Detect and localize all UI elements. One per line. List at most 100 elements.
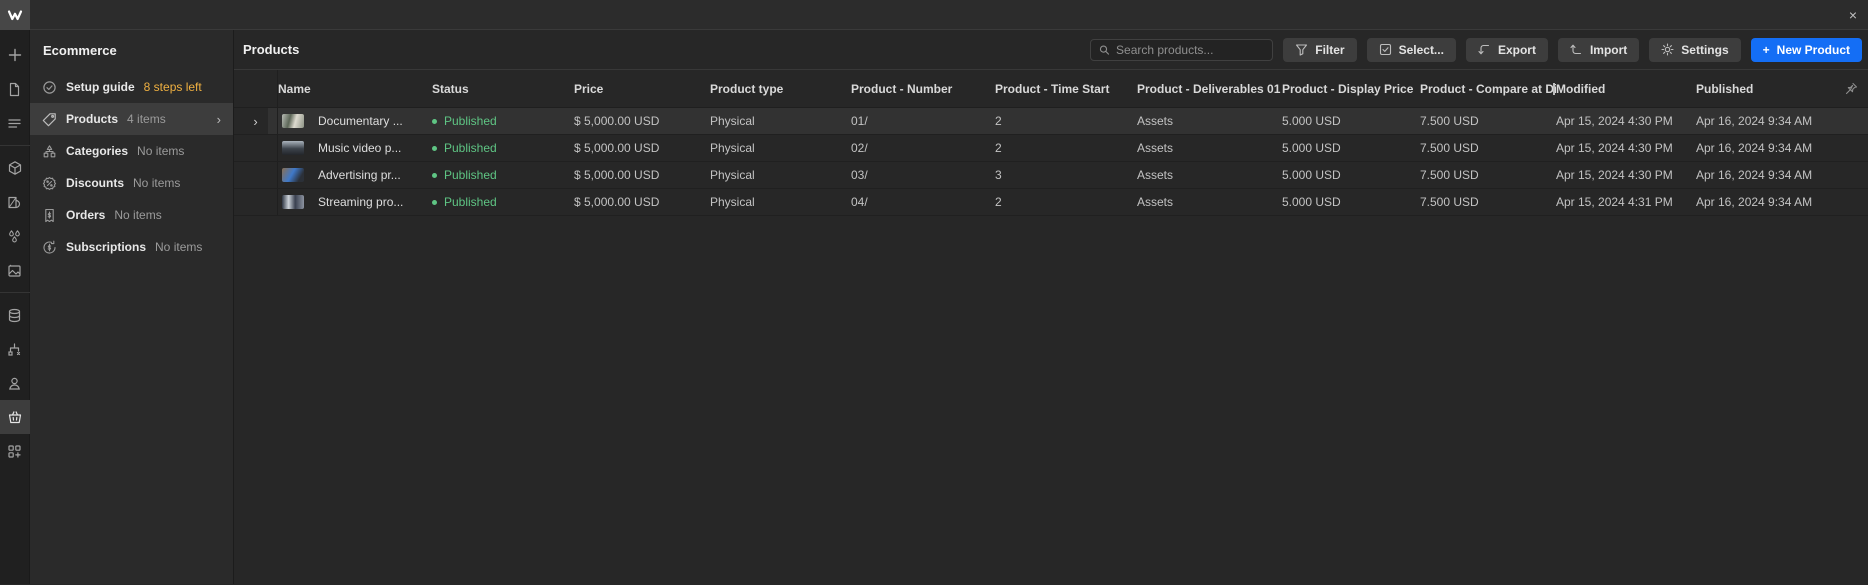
import-button[interactable]: Import (1557, 37, 1640, 62)
plus-icon: + (1762, 42, 1770, 57)
cell-display-price: 5.000 USD (1282, 195, 1341, 209)
column-header-modified[interactable]: Modified (1556, 82, 1696, 96)
column-header-number[interactable]: Product - Number (851, 82, 995, 96)
status-badge: Published (444, 141, 497, 155)
column-header-price[interactable]: Price (574, 82, 710, 96)
status-dot (432, 145, 437, 151)
column-header-display-price[interactable]: Product - Display Price (1282, 82, 1420, 96)
cell-number: 03/ (851, 168, 868, 182)
import-icon (1570, 44, 1582, 55)
cell-modified: Apr 15, 2024 4:31 PM (1556, 195, 1673, 209)
sidebar-item-label: Discounts (66, 176, 125, 190)
column-header-compare-at[interactable]: Product - Compare at Dis (1420, 82, 1556, 96)
table-row[interactable]: Music video p... Published $ 5,000.00 US… (234, 135, 1868, 162)
sidebar-item-subscriptions[interactable]: Subscriptions No items (30, 231, 233, 263)
navigator-icon[interactable] (0, 106, 30, 140)
mask-icon[interactable] (0, 185, 30, 219)
sidebar-item-meta: No items (114, 208, 162, 222)
sidebar-item-products[interactable]: Products 4 items › (30, 103, 233, 135)
categories-icon (41, 143, 57, 159)
new-product-button[interactable]: + New Product (1750, 37, 1862, 62)
products-panel: Products Filter Select... (234, 30, 1868, 584)
row-gutter (234, 189, 278, 215)
topbar: × (0, 0, 1868, 30)
filter-button[interactable]: Filter (1283, 37, 1357, 62)
export-button[interactable]: Export (1465, 37, 1548, 62)
column-header-published[interactable]: Published (1696, 82, 1836, 96)
product-name: Music video p... (318, 141, 402, 155)
sidebar-item-meta: No items (133, 176, 181, 190)
search-box[interactable] (1090, 38, 1274, 61)
sidebar-item-categories[interactable]: Categories No items (30, 135, 233, 167)
cell-time-start: 2 (995, 114, 1002, 128)
table-row[interactable]: Advertising pr... Published $ 5,000.00 U… (234, 162, 1868, 189)
cell-compare-at: 7.500 USD (1420, 141, 1479, 155)
product-name: Documentary ... (318, 114, 403, 128)
cell-price: $ 5,000.00 USD (574, 114, 660, 128)
plus-icon[interactable] (0, 38, 30, 72)
status-dot (432, 118, 437, 124)
table-row[interactable]: Streaming pro... Published $ 5,000.00 US… (234, 189, 1868, 216)
cell-number: 02/ (851, 141, 868, 155)
discount-icon (41, 175, 57, 191)
webflow-logo-icon[interactable] (0, 0, 30, 30)
components-cube-icon[interactable] (0, 151, 30, 185)
rail-divider (0, 292, 30, 293)
left-icon-rail (0, 30, 30, 584)
table-header-row: Name Status Price Product type Product -… (234, 70, 1868, 108)
column-header-product-type[interactable]: Product type (710, 82, 851, 96)
search-input[interactable] (1116, 42, 1265, 57)
basket-icon[interactable] (0, 400, 30, 434)
status-badge: Published (444, 168, 497, 182)
cell-deliverables: Assets (1137, 114, 1174, 128)
cell-published: Apr 16, 2024 9:34 AM (1696, 195, 1813, 209)
funnel-icon (1296, 44, 1308, 56)
cell-modified: Apr 15, 2024 4:30 PM (1556, 168, 1673, 182)
page-title: Products (243, 42, 300, 57)
cell-compare-at: 7.500 USD (1420, 114, 1479, 128)
product-name: Advertising pr... (318, 168, 401, 182)
status-dot (432, 199, 437, 205)
apps-icon[interactable] (0, 434, 30, 468)
cell-product-type: Physical (710, 114, 755, 128)
cell-display-price: 5.000 USD (1282, 114, 1341, 128)
select-button[interactable]: Select... (1366, 37, 1456, 62)
toolbar: Filter Select... Export Import (1090, 37, 1862, 62)
status-dot (432, 172, 437, 178)
row-expand-chevron[interactable]: › (234, 108, 278, 134)
cell-price: $ 5,000.00 USD (574, 141, 660, 155)
row-gutter (234, 135, 278, 161)
subscriptions-icon (41, 239, 57, 255)
sidebar-item-discounts[interactable]: Discounts No items (30, 167, 233, 199)
cell-time-start: 2 (995, 195, 1002, 209)
column-header-time-start[interactable]: Product - Time Start (995, 82, 1137, 96)
sidebar-item-label: Products (66, 112, 119, 126)
column-header-deliverables[interactable]: Product - Deliverables 01 (1137, 82, 1282, 96)
product-thumbnail (282, 195, 304, 209)
table-row[interactable]: › Documentary ... Published $ 5,000.00 U… (234, 108, 1868, 135)
image-icon[interactable] (0, 253, 30, 287)
cell-deliverables: Assets (1137, 141, 1174, 155)
database-icon[interactable] (0, 298, 30, 332)
ecommerce-sidebar: Ecommerce Setup guide 8 steps left Produ… (30, 30, 234, 584)
sidebar-item-meta: No items (155, 240, 203, 254)
user-icon[interactable] (0, 366, 30, 400)
product-thumbnail (282, 141, 304, 155)
sidebar-item-meta: No items (137, 144, 185, 158)
column-header-name[interactable]: Name (278, 82, 432, 96)
row-gutter (234, 162, 278, 188)
droplets-icon[interactable] (0, 219, 30, 253)
product-thumbnail (282, 114, 304, 128)
column-header-status[interactable]: Status (432, 82, 574, 96)
close-icon[interactable]: × (1838, 0, 1868, 30)
sidebar-item-orders[interactable]: Orders No items (30, 199, 233, 231)
logic-icon[interactable] (0, 332, 30, 366)
sidebar-item-label: Orders (66, 208, 106, 222)
product-name: Streaming pro... (318, 195, 404, 209)
sidebar-item-setup-guide[interactable]: Setup guide 8 steps left (30, 71, 233, 103)
pin-icon[interactable] (1836, 82, 1868, 95)
page-icon[interactable] (0, 72, 30, 106)
cell-product-type: Physical (710, 141, 755, 155)
checkbox-icon (1379, 43, 1391, 56)
settings-button[interactable]: Settings (1649, 37, 1741, 62)
